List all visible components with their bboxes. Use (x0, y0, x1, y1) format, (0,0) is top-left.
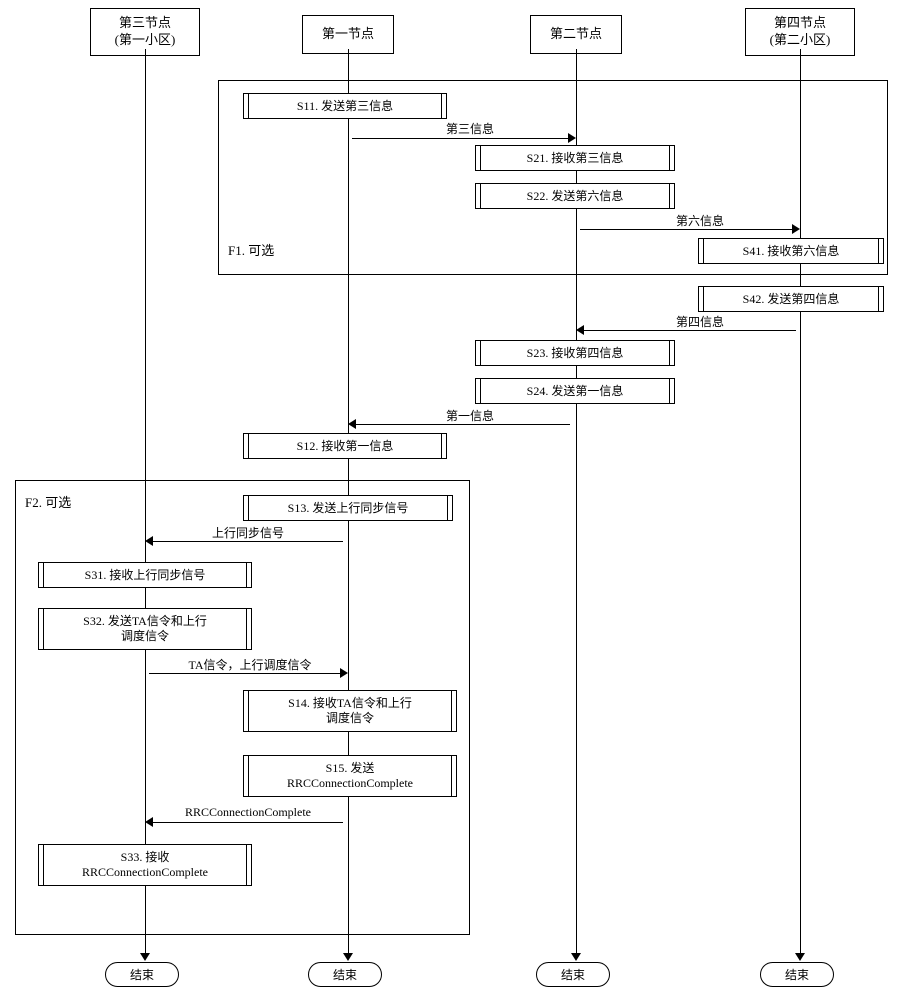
lifeline-arrow-1 (140, 953, 150, 961)
msg-m4-arrow (576, 325, 584, 335)
msg-uplink-arrow (145, 536, 153, 546)
msg-ta-line (149, 673, 342, 674)
msg-m4-line (584, 330, 796, 331)
step-s24: S24. 发送第一信息 (480, 378, 670, 404)
step-s22-label: S22. 发送第六信息 (527, 189, 624, 204)
lifeline-arrow-3 (571, 953, 581, 961)
msg-m6-line (580, 229, 794, 230)
step-s31: S31. 接收上行同步信号 (43, 562, 247, 588)
step-s31-label: S31. 接收上行同步信号 (85, 568, 206, 583)
msg-m1-label: 第一信息 (420, 407, 520, 424)
msg-m6-arrow (792, 224, 800, 234)
msg-m3-label: 第三信息 (420, 120, 520, 137)
step-s14: S14. 接收TA信令和上行 调度信令 (248, 690, 452, 732)
msg-ta-label: TA信令，上行调度信令 (160, 656, 340, 673)
step-s33-label: S33. 接收 RRCConnectionComplete (82, 850, 208, 880)
msg-m4-label: 第四信息 (650, 313, 750, 330)
step-s41: S41. 接收第六信息 (703, 238, 879, 264)
terminator-1: 结束 (105, 962, 179, 987)
msg-rrc-label: RRCConnectionComplete (158, 805, 338, 820)
msg-uplink-line (153, 541, 343, 542)
step-s21-label: S21. 接收第三信息 (527, 151, 624, 166)
step-s32-label: S32. 发送TA信令和上行 调度信令 (83, 614, 207, 644)
terminator-4: 结束 (760, 962, 834, 987)
step-s42: S42. 发送第四信息 (703, 286, 879, 312)
msg-rrc-arrow (145, 817, 153, 827)
step-s21: S21. 接收第三信息 (480, 145, 670, 171)
frame-f1-label: F1. 可选 (228, 240, 274, 259)
msg-uplink-label: 上行同步信号 (188, 524, 308, 541)
frame-f2-label: F2. 可选 (25, 492, 71, 511)
step-s15: S15. 发送 RRCConnectionComplete (248, 755, 452, 797)
step-s33: S33. 接收 RRCConnectionComplete (43, 844, 247, 886)
step-s13: S13. 发送上行同步信号 (248, 495, 448, 521)
step-s32: S32. 发送TA信令和上行 调度信令 (43, 608, 247, 650)
step-s41-label: S41. 接收第六信息 (743, 244, 840, 259)
step-s11-label: S11. 发送第三信息 (297, 99, 393, 114)
msg-ta-arrow (340, 668, 348, 678)
step-s23-label: S23. 接收第四信息 (527, 346, 624, 361)
lifeline-arrow-4 (795, 953, 805, 961)
terminator-2: 结束 (308, 962, 382, 987)
terminator-3: 结束 (536, 962, 610, 987)
step-s12: S12. 接收第一信息 (248, 433, 442, 459)
step-s14-label: S14. 接收TA信令和上行 调度信令 (288, 696, 412, 726)
step-s42-label: S42. 发送第四信息 (743, 292, 840, 307)
msg-m1-line (356, 424, 570, 425)
step-s22: S22. 发送第六信息 (480, 183, 670, 209)
msg-m3-line (352, 138, 570, 139)
lifeline-arrow-2 (343, 953, 353, 961)
step-s11: S11. 发送第三信息 (248, 93, 442, 119)
step-s12-label: S12. 接收第一信息 (297, 439, 394, 454)
step-s23: S23. 接收第四信息 (480, 340, 670, 366)
step-s24-label: S24. 发送第一信息 (527, 384, 624, 399)
msg-rrc-line (153, 822, 343, 823)
step-s13-label: S13. 发送上行同步信号 (288, 501, 409, 516)
step-s15-label: S15. 发送 RRCConnectionComplete (287, 761, 413, 791)
msg-m3-arrow (568, 133, 576, 143)
msg-m6-label: 第六信息 (650, 212, 750, 229)
msg-m1-arrow (348, 419, 356, 429)
